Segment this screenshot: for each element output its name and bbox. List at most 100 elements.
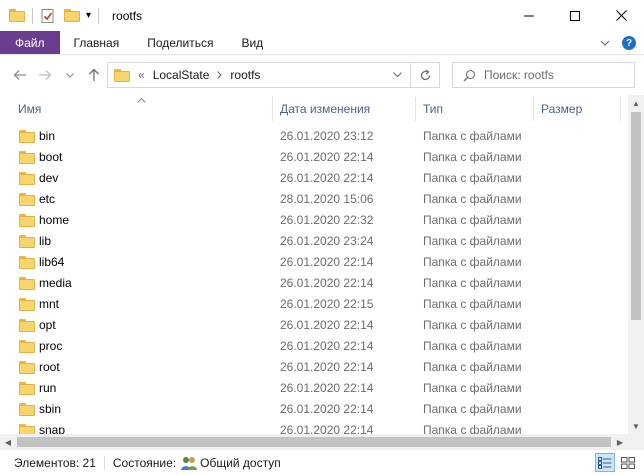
window-title: rootfs	[112, 8, 143, 23]
file-name[interactable]: root	[39, 360, 60, 374]
file-type: Папка с файлами	[423, 129, 522, 143]
column-divider[interactable]	[272, 97, 273, 121]
tab-home[interactable]: Главная	[60, 31, 134, 54]
file-type: Папка с файлами	[423, 339, 522, 353]
file-name[interactable]: sbin	[39, 402, 61, 416]
status-label: Состояние:	[112, 455, 177, 470]
file-name[interactable]: lib64	[39, 255, 64, 269]
vertical-scrollbar[interactable]: ▲ ▼	[628, 95, 644, 434]
file-name[interactable]: snap	[39, 423, 65, 434]
table-row[interactable]: bin 26.01.2020 23:12 Папка с файлами	[10, 126, 620, 147]
minimize-button[interactable]	[506, 0, 552, 31]
file-name[interactable]: run	[39, 381, 56, 395]
file-name[interactable]: etc	[39, 192, 55, 206]
table-row[interactable]: media 26.01.2020 22:14 Папка с файлами	[10, 273, 620, 294]
scroll-down-icon[interactable]: ▼	[628, 418, 644, 434]
file-name[interactable]: opt	[39, 318, 56, 332]
properties-icon[interactable]	[40, 8, 56, 24]
table-row[interactable]: snap 26.01.2020 22:14 Папка с файлами	[10, 420, 620, 434]
tab-file[interactable]: Файл	[0, 31, 60, 54]
chevron-down-icon[interactable]	[393, 72, 402, 77]
file-type: Папка с файлами	[423, 423, 522, 434]
file-date: 26.01.2020 23:24	[280, 234, 374, 248]
refresh-button[interactable]	[411, 62, 440, 88]
folder-icon	[19, 319, 35, 332]
file-name[interactable]: media	[39, 276, 72, 290]
file-name[interactable]: proc	[39, 339, 62, 353]
address-bar[interactable]: « LocalState rootfs	[107, 62, 411, 88]
breadcrumb-overflow[interactable]: «	[138, 68, 145, 82]
horizontal-scrollbar[interactable]: ◀ ▶	[0, 434, 628, 450]
file-name[interactable]: dev	[39, 171, 58, 185]
table-row[interactable]: mnt 26.01.2020 22:15 Папка с файлами	[10, 294, 620, 315]
table-row[interactable]: opt 26.01.2020 22:14 Папка с файлами	[10, 315, 620, 336]
scroll-left-icon[interactable]: ◀	[0, 434, 16, 450]
scroll-thumb[interactable]	[631, 112, 641, 320]
file-date: 26.01.2020 22:15	[280, 297, 374, 311]
details-view-button[interactable]	[595, 453, 615, 472]
table-row[interactable]: boot 26.01.2020 22:14 Папка с файлами	[10, 147, 620, 168]
column-header-type[interactable]: Тип	[423, 95, 533, 123]
breadcrumb-localstate[interactable]: LocalState	[153, 68, 210, 82]
new-folder-icon[interactable]	[64, 9, 80, 22]
file-name[interactable]: boot	[39, 150, 62, 164]
column-header-date[interactable]: Дата изменения	[280, 95, 415, 123]
file-name[interactable]: home	[39, 213, 69, 227]
file-type: Папка с файлами	[423, 171, 522, 185]
ribbon-controls: ?	[600, 31, 636, 55]
search-input[interactable]: Поиск: rootfs	[452, 62, 635, 88]
column-divider[interactable]	[533, 97, 534, 121]
folder-icon	[19, 298, 35, 311]
file-date: 26.01.2020 22:14	[280, 150, 374, 164]
column-header-name[interactable]: Имя	[18, 95, 270, 123]
large-icons-view-button[interactable]	[618, 453, 638, 472]
file-date: 26.01.2020 22:14	[280, 360, 374, 374]
table-row[interactable]: sbin 26.01.2020 22:14 Папка с файлами	[10, 399, 620, 420]
file-date: 26.01.2020 22:14	[280, 276, 374, 290]
toolbar-divider	[32, 7, 33, 24]
table-row[interactable]: run 26.01.2020 22:14 Папка с файлами	[10, 378, 620, 399]
file-date: 26.01.2020 22:14	[280, 381, 374, 395]
folder-icon	[19, 361, 35, 374]
column-divider[interactable]	[620, 97, 621, 121]
search-placeholder: Поиск: rootfs	[484, 68, 554, 82]
column-divider[interactable]	[415, 97, 416, 121]
chevron-right-icon[interactable]	[217, 71, 223, 79]
file-type: Папка с файлами	[423, 381, 522, 395]
folder-icon	[19, 235, 35, 248]
forward-button[interactable]	[35, 65, 55, 85]
status-bar: Элементов: 21 Состояние: Общий доступ	[0, 450, 644, 475]
table-row[interactable]: lib64 26.01.2020 22:14 Папка с файлами	[10, 252, 620, 273]
customize-toolbar-icon[interactable]: ▾	[86, 10, 91, 21]
file-date: 26.01.2020 23:12	[280, 129, 374, 143]
recent-locations-button[interactable]	[63, 65, 77, 85]
maximize-button[interactable]	[552, 0, 598, 31]
help-icon[interactable]: ?	[622, 36, 636, 50]
breadcrumb-rootfs[interactable]: rootfs	[230, 68, 260, 82]
folder-icon	[19, 151, 35, 164]
scroll-thumb[interactable]	[17, 437, 611, 447]
table-row[interactable]: proc 26.01.2020 22:14 Папка с файлами	[10, 336, 620, 357]
table-row[interactable]: lib 26.01.2020 23:24 Папка с файлами	[10, 231, 620, 252]
file-type: Папка с файлами	[423, 255, 522, 269]
column-header-size[interactable]: Размер	[541, 95, 621, 123]
up-button[interactable]	[84, 65, 104, 85]
file-date: 26.01.2020 22:14	[280, 339, 374, 353]
view-switcher	[595, 453, 638, 472]
close-button[interactable]	[598, 0, 644, 31]
tab-share[interactable]: Поделиться	[133, 31, 227, 54]
file-name[interactable]: lib	[39, 234, 51, 248]
file-name[interactable]: mnt	[39, 297, 59, 311]
table-row[interactable]: etc 28.01.2020 15:06 Папка с файлами	[10, 189, 620, 210]
folder-icon	[19, 172, 35, 185]
tab-view[interactable]: Вид	[227, 31, 277, 54]
file-name[interactable]: bin	[39, 129, 55, 143]
table-row[interactable]: home 26.01.2020 22:32 Папка с файлами	[10, 210, 620, 231]
table-row[interactable]: root 26.01.2020 22:14 Папка с файлами	[10, 357, 620, 378]
shared-users-icon	[180, 455, 198, 471]
back-button[interactable]	[10, 65, 30, 85]
scroll-right-icon[interactable]: ▶	[612, 434, 628, 450]
scroll-up-icon[interactable]: ▲	[628, 95, 644, 111]
table-row[interactable]: dev 26.01.2020 22:14 Папка с файлами	[10, 168, 620, 189]
expand-ribbon-icon[interactable]	[600, 40, 610, 46]
